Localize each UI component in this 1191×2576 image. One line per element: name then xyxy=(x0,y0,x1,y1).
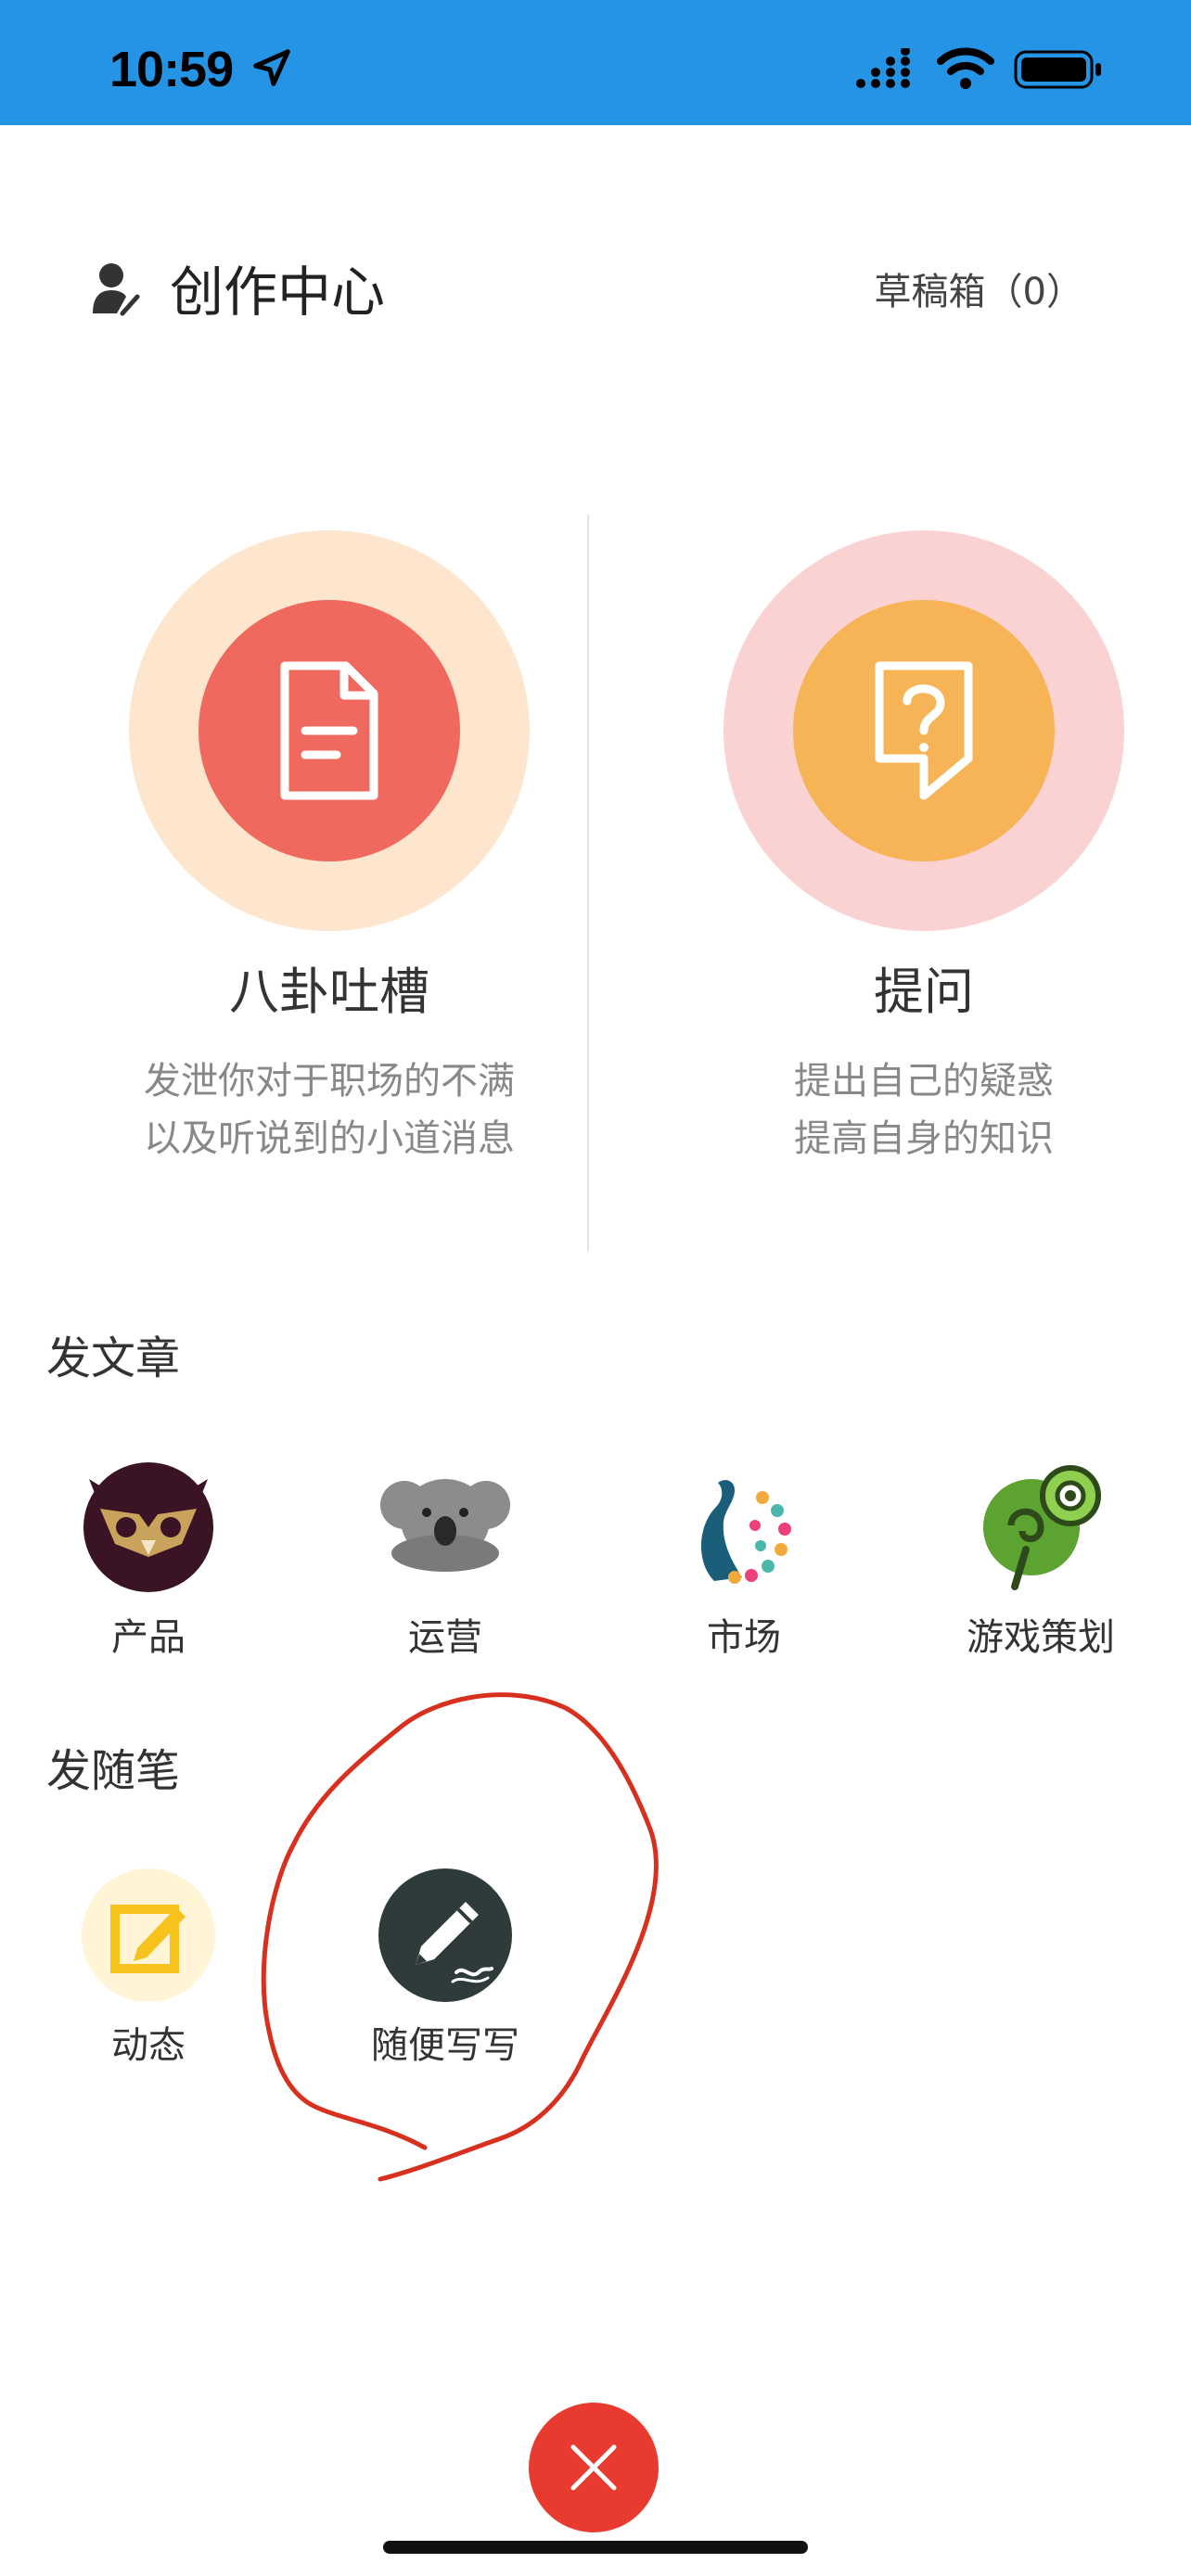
category-market[interactable]: 市场 xyxy=(614,1460,855,1674)
category-label: 游戏策划 xyxy=(967,1616,1115,1659)
gossip-icon-ring xyxy=(129,530,530,931)
category-label: 动态 xyxy=(111,2024,186,2067)
creator-icon xyxy=(93,263,140,316)
article-section-heading: 发文章 xyxy=(46,1333,181,1384)
essay-section-heading: 发随笔 xyxy=(46,1745,181,1797)
document-icon xyxy=(280,661,378,800)
category-label: 运营 xyxy=(408,1616,482,1659)
question-note-icon xyxy=(875,661,973,800)
peacock-icon xyxy=(700,1480,791,1584)
home-indicator[interactable] xyxy=(383,2541,808,2554)
wifi-icon xyxy=(937,47,994,89)
status-time: 10:59 xyxy=(109,42,234,97)
status-bar: 10:59 xyxy=(0,0,1191,125)
gossip-icon-circle xyxy=(198,600,460,861)
close-button[interactable] xyxy=(529,2403,659,2532)
question-description: 提出自己的疑惑 提高自身的知识 xyxy=(530,1052,1191,1167)
location-arrow-icon xyxy=(253,49,290,86)
question-description-line1: 提出自己的疑惑 xyxy=(794,1060,1054,1103)
question-description-line2: 提高自身的知识 xyxy=(794,1117,1054,1160)
chameleon-icon xyxy=(983,1465,1101,1590)
gossip-card[interactable]: 八卦吐槽 发泄你对于职场的不满 以及听说到的小道消息 xyxy=(0,515,594,1219)
edit-note-icon xyxy=(82,1868,215,2002)
owl-icon xyxy=(83,1462,213,1592)
question-card[interactable]: 提问 提出自己的疑惑 提高自身的知识 xyxy=(595,515,1188,1219)
close-icon xyxy=(570,2444,617,2491)
question-title: 提问 xyxy=(874,963,974,1021)
page-header: 创作中心 草稿箱（0） xyxy=(0,213,1191,362)
category-product[interactable]: 产品 xyxy=(19,1460,260,1674)
question-icon-ring xyxy=(724,530,1124,931)
category-operations[interactable]: 运营 xyxy=(315,1460,557,1674)
category-game-design[interactable]: 游戏策划 xyxy=(911,1460,1152,1674)
feature-area: 八卦吐槽 发泄你对于职场的不满 以及听说到的小道消息 提问 提出自己的疑惑 提高… xyxy=(0,515,1191,1256)
koala-icon xyxy=(380,1479,510,1572)
category-label: 市场 xyxy=(707,1616,781,1659)
page-title: 创作中心 xyxy=(170,261,386,324)
essay-item-moment[interactable]: 动态 xyxy=(19,1868,260,2082)
question-icon-circle xyxy=(793,600,1055,861)
drafts-link[interactable]: 草稿箱（0） xyxy=(875,261,1083,315)
battery-icon xyxy=(1014,50,1101,89)
screen: 10:59 创作中心 草稿箱（0） 八卦吐槽 发泄你对于职场的不满 以及听说到的… xyxy=(0,0,1191,2576)
category-label: 产品 xyxy=(111,1616,186,1659)
cellular-signal-icon xyxy=(856,48,910,88)
annotation-circle xyxy=(261,1692,659,2182)
